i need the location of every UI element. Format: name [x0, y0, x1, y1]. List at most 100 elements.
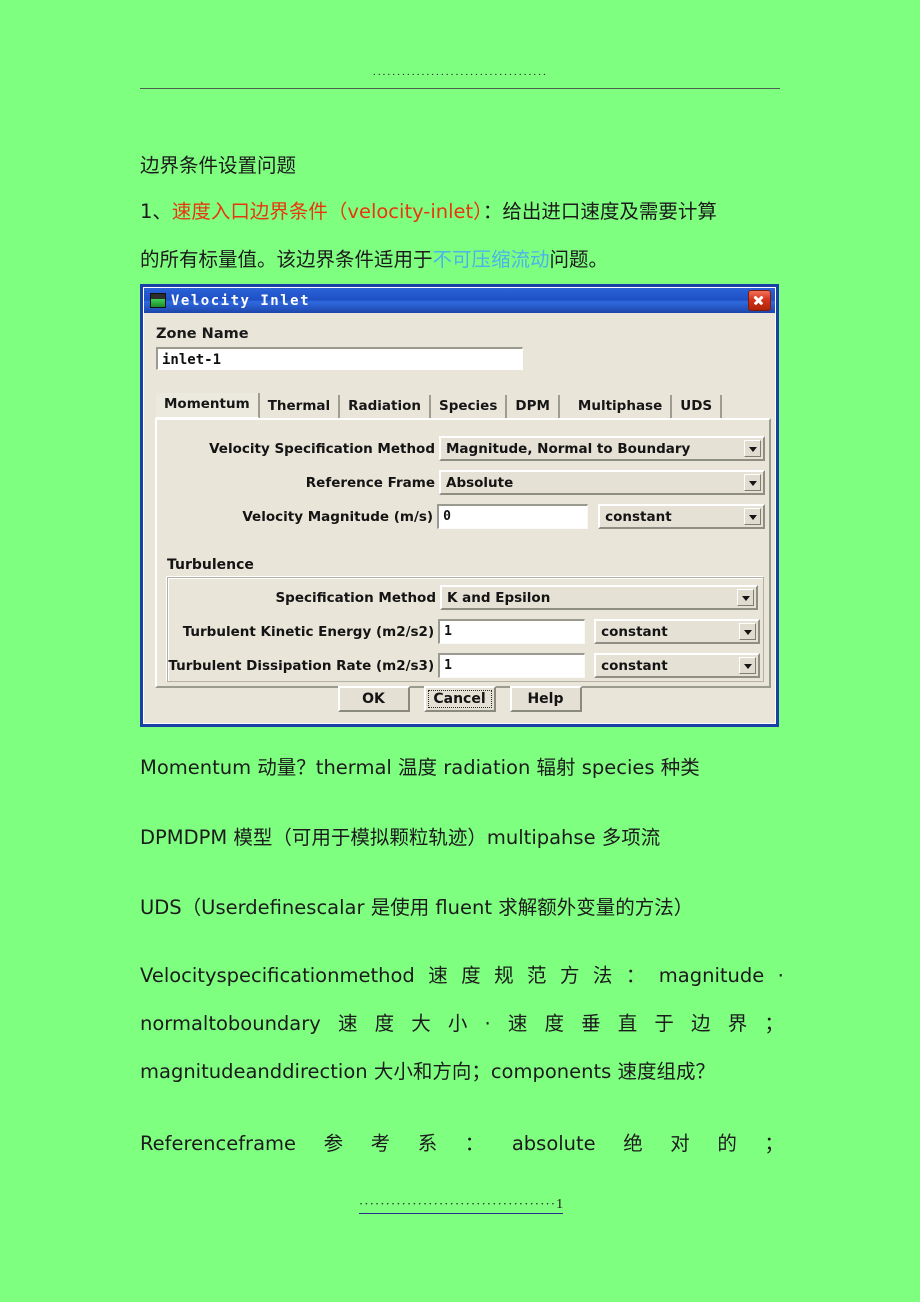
- rfl-w4: ：: [464, 1132, 485, 1155]
- doc-reference-frame-block: Referenceframe 参 考 系 ： absolute 绝 对 的 ；: [140, 1120, 784, 1168]
- rfl-w3: 系: [417, 1132, 438, 1155]
- item1-number: 1、: [140, 200, 172, 223]
- tab-thermal[interactable]: Thermal: [260, 395, 341, 419]
- chevron-down-icon[interactable]: [739, 657, 756, 674]
- rfl-w0: Referenceframe: [140, 1132, 297, 1155]
- rfl-w7: 对: [670, 1132, 690, 1155]
- vsl2-w3: 大: [411, 1012, 431, 1035]
- doc-velocity-spec-block: Velocityspecificationmethod 速 度 规 范 方 法 …: [140, 952, 784, 1096]
- ok-button[interactable]: OK: [337, 686, 410, 712]
- chevron-down-icon[interactable]: [737, 589, 754, 606]
- vsl2-w1: 速: [337, 1012, 358, 1035]
- vsl2-w13: ；: [764, 1012, 784, 1035]
- row-turbulent-kinetic-energy: Turbulent Kinetic Energy (m2/s2) 1 const…: [168, 619, 760, 644]
- turbulent-kinetic-energy-input[interactable]: 1: [438, 619, 586, 644]
- vsl2-w7: 度: [544, 1012, 564, 1035]
- rfl-w5: absolute: [511, 1132, 596, 1155]
- velocity-magnitude-input[interactable]: 0: [437, 504, 589, 529]
- zone-name-input[interactable]: inlet-1: [156, 347, 523, 370]
- rfl-w1: 参: [323, 1132, 344, 1155]
- vsl1-w2: 度: [461, 964, 481, 987]
- reference-frame-value: Absolute: [446, 474, 514, 491]
- tab-radiation[interactable]: Radiation: [340, 395, 431, 419]
- chevron-down-icon[interactable]: [744, 440, 761, 457]
- vsl2-w5: ·: [484, 1012, 491, 1035]
- tab-species[interactable]: Species: [431, 395, 508, 419]
- turbulent-kinetic-energy-profile-value: constant: [601, 623, 668, 640]
- turbulent-dissipation-rate-input[interactable]: 1: [438, 653, 586, 678]
- turbulent-dissipation-rate-profile-value: constant: [601, 657, 668, 674]
- vsl2-w12: 界: [727, 1012, 748, 1035]
- vsl1-w4: 范: [527, 964, 547, 987]
- velocity-spec-method-label: Velocity Specification Method: [209, 440, 435, 457]
- velocity-inlet-dialog[interactable]: Velocity Inlet Zone Name inlet-1 Momentu…: [140, 284, 779, 727]
- document-page: ···································· 边界条…: [0, 0, 920, 1302]
- turbulence-spec-method-select[interactable]: K and Epsilon: [440, 585, 758, 610]
- dialog-inner-frame: Velocity Inlet Zone Name inlet-1 Momentu…: [143, 287, 776, 724]
- dialog-titlebar[interactable]: Velocity Inlet: [144, 288, 775, 313]
- tab-uds[interactable]: UDS: [672, 395, 723, 419]
- vsl1-w6: 法: [592, 964, 613, 987]
- vsl2-w0: normaltoboundary: [140, 1012, 321, 1035]
- item1cont-link: 不可压缩流动: [432, 248, 550, 271]
- row-turbulent-dissipation-rate: Turbulent Dissipation Rate (m2/s3) 1 con…: [168, 653, 760, 678]
- dialog-body: Zone Name inlet-1 Momentum Thermal Radia…: [147, 313, 772, 720]
- vsl1-w9: ·: [777, 964, 784, 987]
- reference-frame-select[interactable]: Absolute: [439, 470, 765, 495]
- page-footer: ·····································1: [140, 1196, 782, 1214]
- doc-note-3: UDS（Userdefinescalar 是使用 fluent 求解额外变量的方…: [140, 896, 694, 919]
- vsl1-w7: ：: [625, 964, 646, 987]
- velocity-spec-method-value: Magnitude, Normal to Boundary: [446, 440, 691, 457]
- help-button[interactable]: Help: [509, 686, 582, 712]
- header-rule: [140, 88, 780, 89]
- vsl1-w5: 方: [559, 964, 580, 987]
- vsl2-w2: 度: [374, 1012, 395, 1035]
- row-velocity-magnitude: Velocity Magnitude (m/s) 0 constant: [157, 504, 765, 529]
- velocity-magnitude-profile-select[interactable]: constant: [598, 504, 765, 529]
- velocity-spec-line-2: normaltoboundary 速 度 大 小 · 速 度 垂 直 于 边 界…: [140, 1000, 784, 1048]
- rfl-w2: 考: [370, 1132, 391, 1155]
- footer-dots: ·····································: [358, 1196, 557, 1211]
- velocity-spec-method-select[interactable]: Magnitude, Normal to Boundary: [439, 436, 765, 461]
- tab-momentum[interactable]: Momentum: [156, 393, 260, 419]
- zone-name-label: Zone Name: [156, 326, 249, 342]
- vsl3-text: magnitudeanddirection 大小和方向；components 速…: [140, 1060, 715, 1083]
- vsl1-w8: magnitude: [658, 964, 765, 987]
- chevron-down-icon[interactable]: [744, 508, 761, 525]
- reference-frame-label: Reference Frame: [305, 474, 435, 491]
- dialog-tabstrip[interactable]: Momentum Thermal Radiation Species DPM M…: [156, 393, 723, 419]
- row-reference-frame: Reference Frame Absolute: [157, 470, 765, 495]
- vsl1-w1: 速: [428, 964, 448, 987]
- turbulent-dissipation-rate-profile-select[interactable]: constant: [594, 653, 760, 678]
- vsl2-w10: 于: [654, 1012, 674, 1035]
- rfl-w9: ；: [764, 1132, 784, 1155]
- vsl1-w0: Velocityspecificationmethod: [140, 964, 415, 987]
- turbulence-spec-method-label: Specification Method: [275, 589, 436, 606]
- velocity-spec-line-3: magnitudeanddirection 大小和方向；components 速…: [140, 1048, 784, 1096]
- doc-note-2: DPMDPM 模型（可用于模拟颗粒轨迹）multipahse 多项流: [140, 826, 661, 849]
- dialog-title: Velocity Inlet: [171, 292, 311, 309]
- doc-title-line: 边界条件设置问题: [140, 154, 297, 177]
- turbulent-kinetic-energy-profile-select[interactable]: constant: [594, 619, 760, 644]
- header-leader-dots: ····································: [372, 70, 548, 80]
- vsl2-w6: 速: [507, 1012, 528, 1035]
- item1cont-pre: 的所有标量值。该边界条件适用于: [140, 248, 433, 271]
- tab-dpm[interactable]: DPM: [507, 395, 560, 419]
- rfl-w8: 的: [717, 1132, 737, 1155]
- vsl1-w3: 规: [494, 964, 514, 987]
- vsl2-w9: 直: [617, 1012, 638, 1035]
- velocity-magnitude-profile-value: constant: [605, 508, 672, 525]
- footer-leader: ·····································1: [358, 1196, 564, 1214]
- velocity-spec-line-1: Velocityspecificationmethod 速 度 规 范 方 法 …: [140, 952, 784, 1000]
- cancel-button[interactable]: Cancel: [423, 686, 496, 712]
- row-turbulence-spec-method: Specification Method K and Epsilon: [168, 585, 760, 610]
- reference-frame-line: Referenceframe 参 考 系 ： absolute 绝 对 的 ；: [140, 1120, 784, 1168]
- turbulence-group-title: Turbulence: [167, 557, 254, 573]
- chevron-down-icon[interactable]: [744, 474, 761, 491]
- close-icon[interactable]: [748, 290, 771, 311]
- item1-rest: ：给出进口速度及需要计算: [482, 200, 717, 223]
- row-velocity-spec-method: Velocity Specification Method Magnitude,…: [157, 436, 765, 461]
- dialog-button-bar: OK Cancel Help: [147, 686, 772, 712]
- chevron-down-icon[interactable]: [739, 623, 756, 640]
- tab-multiphase[interactable]: Multiphase: [570, 395, 673, 419]
